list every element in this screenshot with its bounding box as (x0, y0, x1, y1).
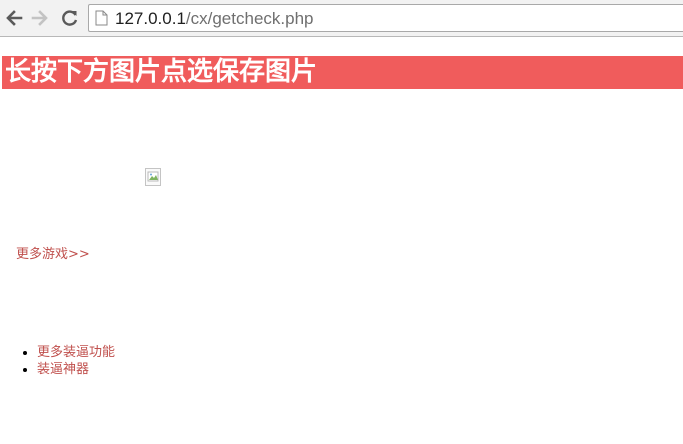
address-bar[interactable]: 127.0.0.1/cx/getcheck.php (88, 4, 683, 32)
reload-icon (62, 10, 78, 26)
reload-button[interactable] (58, 6, 82, 30)
more-games-link[interactable]: 更多游戏>> (16, 246, 90, 263)
url-host: 127.0.0.1 (115, 9, 186, 28)
url-text: 127.0.0.1/cx/getcheck.php (115, 9, 313, 29)
browser-toolbar: 127.0.0.1/cx/getcheck.php (0, 0, 683, 37)
forward-arrow-icon (31, 10, 48, 26)
feature-list: 更多装逼功能 装逼神器 (0, 344, 115, 378)
page-title: 长按下方图片点选保存图片 (5, 57, 318, 87)
url-path: /cx/getcheck.php (185, 9, 314, 28)
image-placeholder-icon (147, 171, 159, 182)
tool-link[interactable]: 装逼神器 (37, 362, 89, 377)
back-button[interactable] (2, 6, 26, 30)
page-icon (95, 10, 108, 26)
more-features-link[interactable]: 更多装逼功能 (37, 345, 115, 360)
forward-button[interactable] (28, 6, 52, 30)
list-item: 装逼神器 (37, 361, 115, 378)
title-banner: 长按下方图片点选保存图片 (2, 56, 683, 89)
back-arrow-icon (6, 10, 23, 26)
broken-image-icon[interactable] (145, 168, 161, 186)
list-item: 更多装逼功能 (37, 344, 115, 361)
